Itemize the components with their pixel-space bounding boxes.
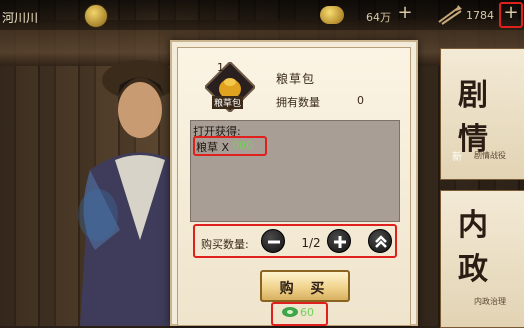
side-story-subtitle: 剧情战役 <box>474 151 506 160</box>
side-story-title: 剧情 <box>458 78 488 157</box>
side-governance-title: 内政 <box>458 208 488 287</box>
owned-value: 0 <box>357 94 364 107</box>
buy-button[interactable]: 购 买 <box>260 270 350 302</box>
silver-amount: 64万 <box>366 11 391 24</box>
side-story-new-tag: 新 <box>452 152 462 163</box>
item-name: 粮草包 <box>276 72 316 86</box>
buy-button-label: 购 买 <box>279 281 331 297</box>
highlight-reward <box>193 136 267 156</box>
food-amount: 1784 <box>466 9 494 22</box>
location-name: 河川川 <box>2 11 39 25</box>
item-count: 1 <box>217 61 224 74</box>
item-icon-label: 粮草包 <box>212 96 244 109</box>
silver-coin-icon <box>320 6 344 24</box>
vip-badge-icon[interactable] <box>84 4 108 28</box>
highlight-add-food <box>499 2 523 28</box>
highlight-price <box>271 302 328 326</box>
food-arrows-icon <box>438 5 462 25</box>
side-governance-subtitle: 内政治理 <box>474 297 506 306</box>
add-silver-button[interactable]: + <box>396 4 414 23</box>
owned-label: 拥有数量 <box>276 96 320 109</box>
highlight-quantity <box>193 224 397 258</box>
